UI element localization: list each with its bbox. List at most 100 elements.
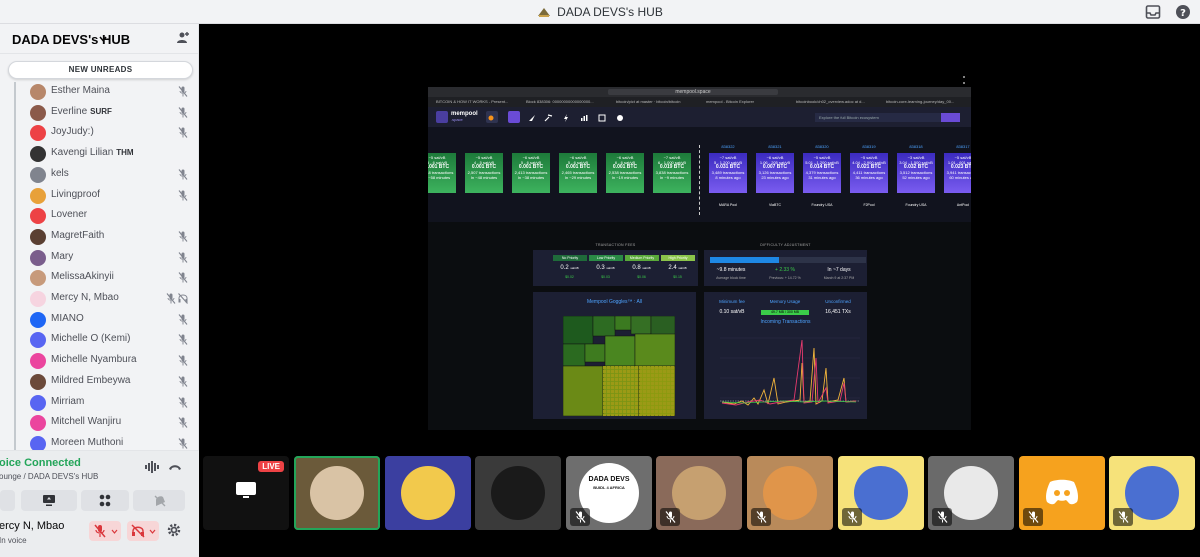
avatar[interactable] <box>30 373 46 390</box>
voice-member[interactable]: MagretFaith <box>30 227 196 247</box>
member-name[interactable]: MagretFaith <box>51 230 104 241</box>
treemap-cell <box>659 370 663 374</box>
member-name[interactable]: Livingproof <box>51 189 100 200</box>
member-name[interactable]: Mildred Embeywa <box>51 375 130 386</box>
avatar[interactable] <box>30 394 46 411</box>
avatar[interactable] <box>30 146 46 163</box>
member-name[interactable]: Michelle O (Kemi) <box>51 333 130 344</box>
difficulty-change: + 2.33 % <box>775 267 795 273</box>
avatar[interactable] <box>30 332 46 349</box>
participant-tile[interactable] <box>475 456 561 530</box>
mute-toggle[interactable] <box>89 521 121 541</box>
member-name[interactable]: kels <box>51 168 69 179</box>
treemap-cell <box>655 382 659 386</box>
avatar[interactable] <box>30 166 46 183</box>
voice-member[interactable]: JoyJudy:) <box>30 123 196 143</box>
avatar[interactable] <box>30 125 46 142</box>
participant-tile[interactable] <box>385 456 471 530</box>
camera-button[interactable] <box>0 490 15 511</box>
signal-icon[interactable] <box>145 461 159 473</box>
member-name[interactable]: MIANO <box>51 313 84 324</box>
voice-member[interactable]: MIANO <box>30 310 196 330</box>
member-name-text: Everline <box>51 105 88 117</box>
help-icon[interactable]: ? <box>1175 4 1191 20</box>
voice-member[interactable]: Lovener <box>30 206 196 226</box>
chevron-down-icon[interactable] <box>99 36 107 42</box>
participant-tile[interactable]: DADA DEVS BUIDL 4 AFRICA <box>566 456 652 530</box>
participant-tile[interactable] <box>747 456 833 530</box>
treemap-cell <box>671 366 675 370</box>
member-name[interactable]: Lovener <box>51 209 87 220</box>
mic-muted-indicator <box>932 508 952 526</box>
participant-tile[interactable] <box>928 456 1014 530</box>
participant-tile[interactable] <box>1109 456 1195 530</box>
avatar[interactable] <box>30 415 46 432</box>
avatar[interactable] <box>30 208 46 225</box>
avatar[interactable] <box>30 270 46 287</box>
voice-member[interactable]: Mary <box>30 248 196 268</box>
voice-status[interactable]: oice Connected <box>0 457 81 469</box>
avatar[interactable] <box>30 104 46 121</box>
voice-member[interactable]: MelissaAkinyii <box>30 268 196 288</box>
settings-gear-icon[interactable] <box>167 523 181 537</box>
difficulty-progress <box>710 257 866 263</box>
avatar[interactable] <box>30 228 46 245</box>
mining-pool: Foundry USA <box>905 203 927 207</box>
user-name[interactable]: ercy N, Mbao <box>0 520 64 532</box>
voice-member[interactable]: kels <box>30 165 196 185</box>
avatar[interactable] <box>30 311 46 328</box>
avatar[interactable] <box>30 84 46 100</box>
member-name[interactable]: Mary <box>51 251 73 262</box>
member-name[interactable]: Mirriam <box>51 396 84 407</box>
member-name[interactable]: Esther Maina <box>51 85 110 96</box>
member-name[interactable]: Moreen Muthoni <box>51 437 123 448</box>
voice-member[interactable]: Everline SURF <box>30 103 196 123</box>
treemap-cell <box>623 406 627 410</box>
participant-tiles: LIVE DADA DEVS BUIDL 4 AFRICA <box>199 456 1200 530</box>
avatar[interactable] <box>30 291 46 307</box>
voice-member[interactable]: Livingproof <box>30 186 196 206</box>
treemap-cell <box>651 378 655 382</box>
member-name[interactable]: Mercy N, Mbao <box>51 292 119 303</box>
member-name[interactable]: Michelle Nyambura <box>51 354 137 365</box>
avatar[interactable] <box>30 187 46 204</box>
screen-share-stream[interactable]: mempool.space BITCOIN & HOW IT WORKS - P… <box>428 87 971 430</box>
participant-tile[interactable] <box>1019 456 1105 530</box>
member-name[interactable]: Mitchell Wanjiru <box>51 416 121 427</box>
participant-tile[interactable] <box>656 456 742 530</box>
member-name[interactable]: MelissaAkinyii <box>51 271 114 282</box>
voice-member[interactable]: Kavengi Lilian THM <box>30 144 196 164</box>
member-name[interactable]: Everline SURF <box>51 106 112 117</box>
server-header[interactable]: DADA DEVS's HUB <box>0 24 199 54</box>
min-fee-value: 0.10 sat/vB <box>719 309 745 315</box>
voice-member[interactable]: Michelle O (Kemi) <box>30 330 196 350</box>
member-name[interactable]: Kavengi Lilian THM <box>51 147 134 158</box>
inbox-icon[interactable] <box>1145 4 1161 20</box>
voice-channel-path[interactable]: ounge / DADA DEVS's HUB <box>0 472 98 481</box>
avatar[interactable] <box>30 249 46 266</box>
deafen-toggle[interactable] <box>127 521 159 541</box>
voice-stage: mempool.space BITCOIN & HOW IT WORKS - P… <box>199 24 1200 557</box>
soundboard-button[interactable] <box>133 490 185 511</box>
new-unreads-button[interactable]: NEW UNREADS <box>8 61 193 79</box>
treemap-cell <box>639 382 643 386</box>
member-name[interactable]: JoyJudy:) <box>51 126 94 137</box>
voice-member[interactable]: Mercy N, Mbao <box>30 289 196 309</box>
disconnect-icon[interactable] <box>168 463 182 471</box>
server-name[interactable]: DADA DEVS's HUB <box>12 32 130 47</box>
participant-tile[interactable] <box>294 456 380 530</box>
voice-member[interactable]: Mitchell Wanjiru <box>30 413 196 433</box>
voice-member[interactable]: Esther Maina <box>30 82 196 102</box>
activities-button[interactable] <box>81 490 129 511</box>
voice-member[interactable]: Michelle Nyambura <box>30 351 196 371</box>
member-name-text: Michelle O (Kemi) <box>51 333 131 345</box>
voice-member[interactable]: Mirriam <box>30 393 196 413</box>
participant-tile[interactable] <box>838 456 924 530</box>
voice-member[interactable]: Mildred Embeywa <box>30 372 196 392</box>
block-eta: In ~19 minutes <box>611 175 639 180</box>
add-member-icon[interactable] <box>176 31 190 45</box>
stream-tile[interactable]: LIVE <box>203 456 289 530</box>
screen-share-button[interactable] <box>21 490 77 511</box>
more-options-icon[interactable] <box>962 75 966 85</box>
avatar[interactable] <box>30 353 46 370</box>
